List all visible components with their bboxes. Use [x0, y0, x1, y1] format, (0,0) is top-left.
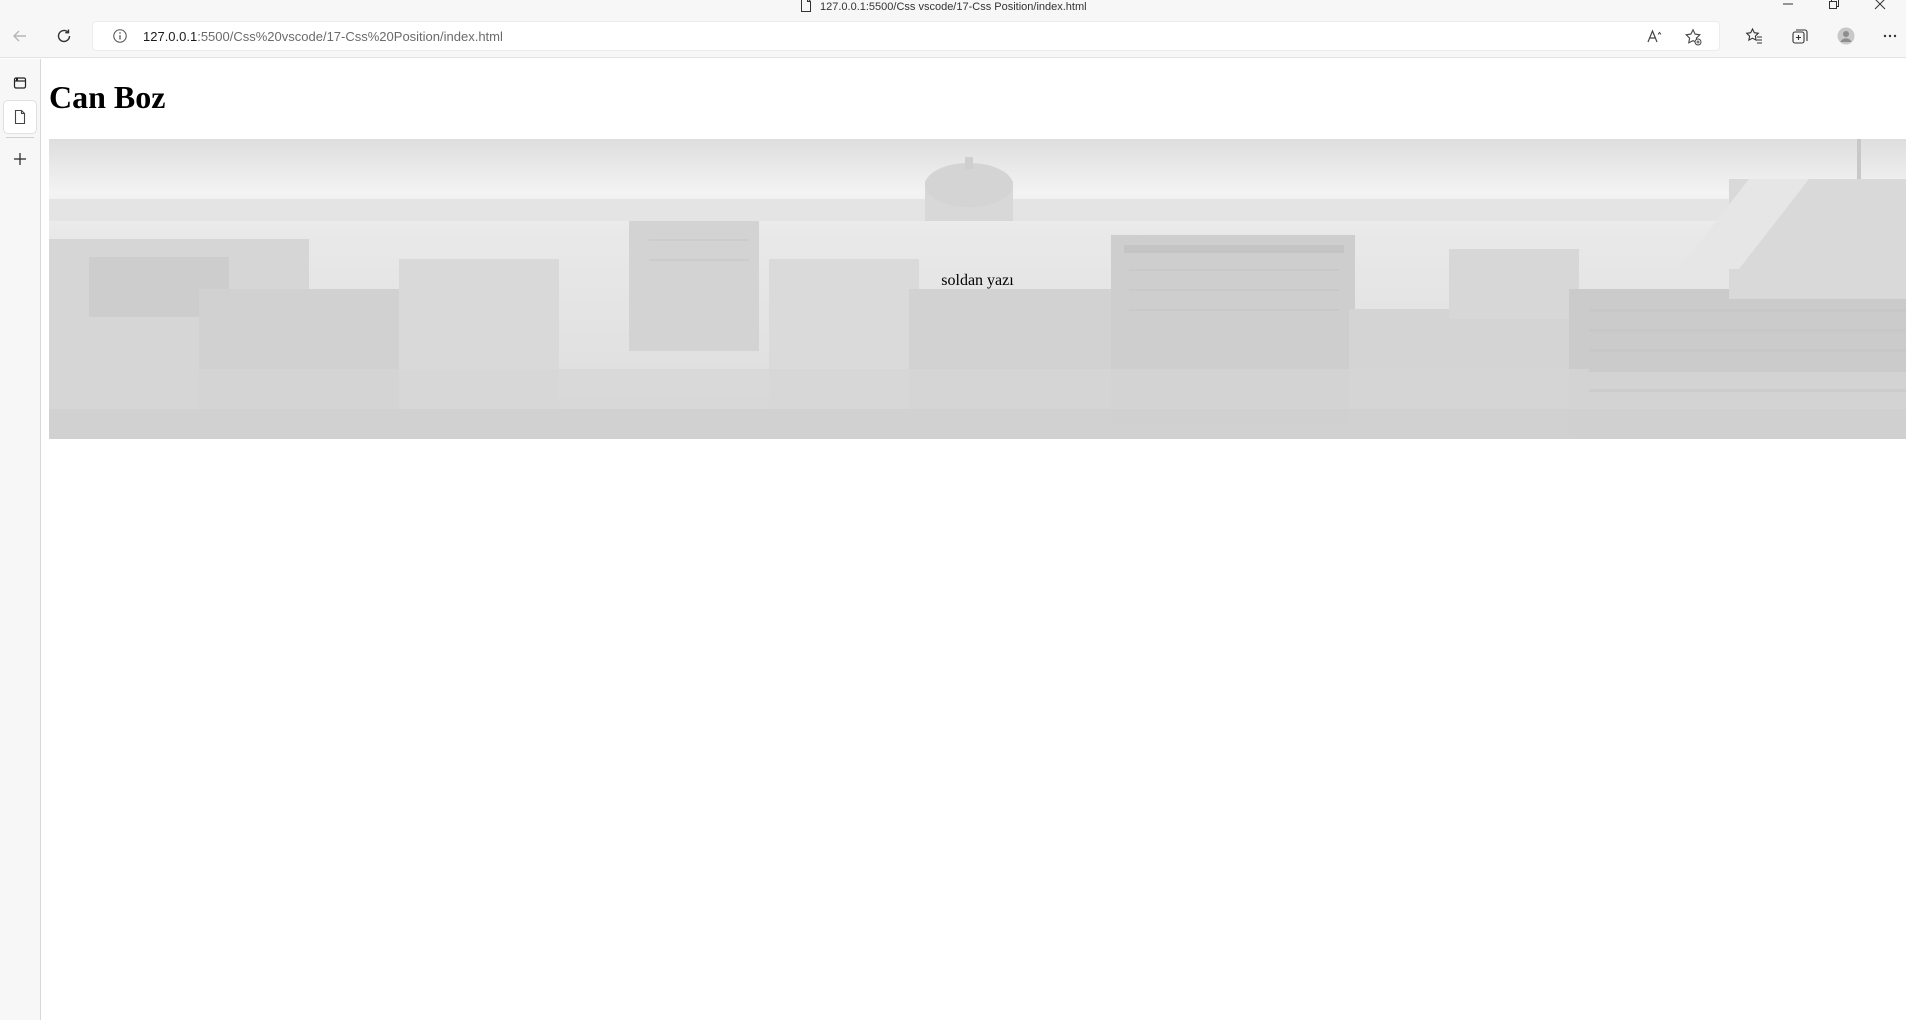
new-tab-button[interactable] [4, 143, 36, 175]
back-arrow-icon [13, 30, 26, 42]
page-document-icon [800, 0, 812, 15]
window-title-group: 127.0.0.1:5500/Css vscode/17-Css Positio… [800, 0, 1087, 15]
tab-actions-button[interactable] [4, 67, 36, 99]
new-tab-icon [14, 153, 26, 165]
more-button[interactable] [1876, 22, 1904, 50]
url-path: :5500/Css%20vscode/17-Css%20Position/ind… [197, 28, 503, 44]
vertical-tab-strip [0, 59, 41, 1020]
close-button[interactable] [1857, 0, 1903, 12]
info-icon[interactable] [111, 27, 129, 45]
hero-banner: soldan yazı [49, 139, 1906, 439]
more-icon [1883, 34, 1897, 38]
tab-current-page[interactable] [4, 101, 36, 133]
page-tab-icon [14, 109, 26, 125]
read-aloud-icon[interactable] [1645, 27, 1665, 47]
url-text[interactable]: 127.0.0.1:5500/Css%20vscode/17-Css%20Pos… [143, 29, 503, 44]
collections-icon [1792, 29, 1808, 44]
minimize-icon [1783, 3, 1793, 5]
minimize-button[interactable] [1765, 0, 1811, 12]
refresh-button[interactable] [50, 22, 78, 50]
page-heading: Can Boz [49, 79, 166, 115]
window-titlebar: 127.0.0.1:5500/Css vscode/17-Css Positio… [0, 0, 1906, 14]
restore-button[interactable] [1811, 0, 1857, 12]
browser-toolbar: 127.0.0.1:5500/Css%20vscode/17-Css%20Pos… [0, 14, 1906, 58]
hero-caption: soldan yazı [941, 272, 1014, 289]
profile-icon [1837, 27, 1855, 45]
collections-button[interactable] [1786, 22, 1814, 50]
favorites-button[interactable] [1740, 22, 1768, 50]
profile-button[interactable] [1832, 22, 1860, 50]
url-host: 127.0.0.1 [143, 28, 198, 44]
refresh-icon [57, 29, 71, 43]
window-title: 127.0.0.1:5500/Css vscode/17-Css Positio… [820, 0, 1087, 13]
tab-divider [6, 137, 34, 138]
page-viewport: Can Boz soldan yazı [42, 59, 1906, 1020]
restore-icon [1829, 0, 1839, 9]
close-icon [1874, 0, 1886, 10]
tab-actions-icon [13, 77, 27, 89]
back-button[interactable] [6, 22, 34, 50]
add-favorite-icon[interactable] [1683, 27, 1703, 47]
favorites-icon [1745, 27, 1762, 44]
address-bar[interactable]: 127.0.0.1:5500/Css%20vscode/17-Css%20Pos… [92, 21, 1720, 51]
